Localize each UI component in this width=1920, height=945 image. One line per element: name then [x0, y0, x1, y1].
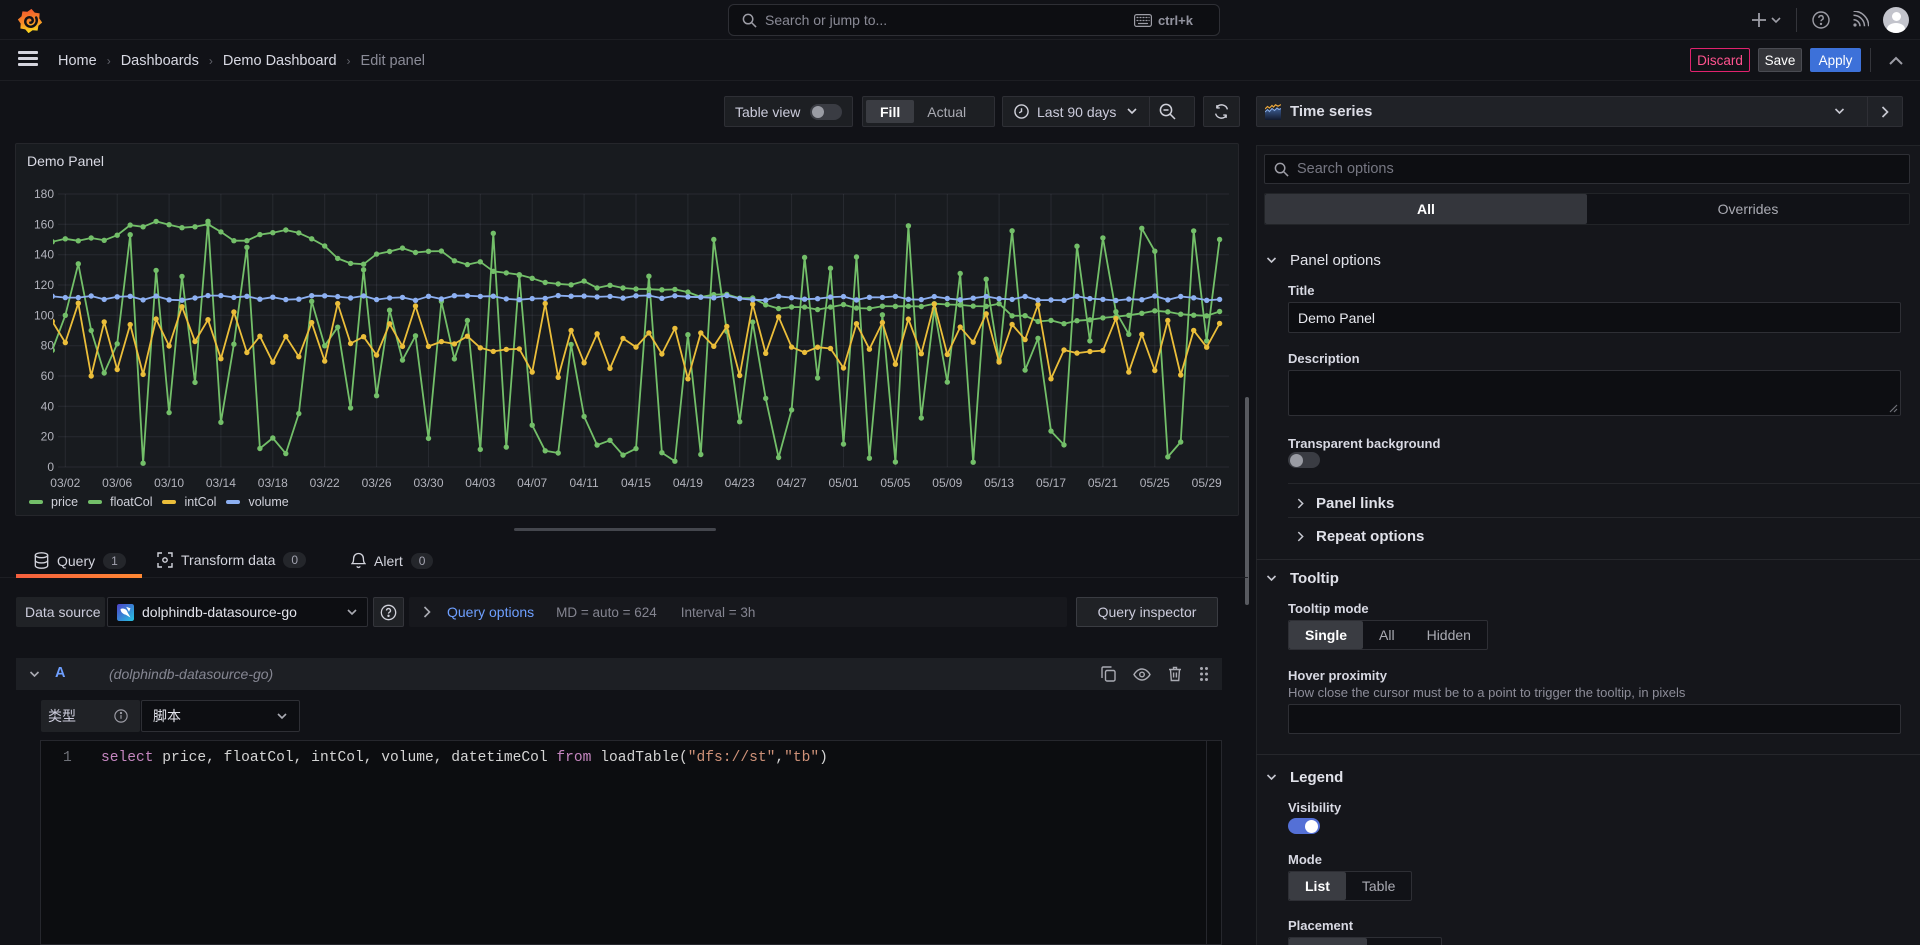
svg-text:40: 40: [41, 399, 55, 413]
svg-text:60: 60: [41, 369, 55, 383]
svg-text:05/09: 05/09: [932, 476, 962, 490]
svg-text:05/17: 05/17: [1036, 476, 1066, 490]
svg-text:03/26: 03/26: [362, 476, 392, 490]
svg-text:04/27: 04/27: [777, 476, 807, 490]
svg-text:05/05: 05/05: [880, 476, 910, 490]
svg-text:180: 180: [34, 187, 54, 201]
svg-text:0: 0: [47, 460, 54, 474]
svg-text:80: 80: [41, 339, 55, 353]
svg-text:140: 140: [34, 248, 54, 262]
svg-text:05/25: 05/25: [1140, 476, 1170, 490]
svg-text:03/14: 03/14: [206, 476, 236, 490]
svg-text:03/06: 03/06: [102, 476, 132, 490]
svg-text:03/22: 03/22: [310, 476, 340, 490]
svg-text:04/23: 04/23: [725, 476, 755, 490]
svg-text:03/30: 03/30: [413, 476, 443, 490]
svg-text:04/03: 04/03: [465, 476, 495, 490]
svg-text:05/01: 05/01: [828, 476, 858, 490]
svg-text:100: 100: [34, 308, 54, 322]
svg-text:120: 120: [34, 278, 54, 292]
svg-text:04/19: 04/19: [673, 476, 703, 490]
svg-text:160: 160: [34, 217, 54, 231]
svg-text:05/13: 05/13: [984, 476, 1014, 490]
svg-text:05/21: 05/21: [1088, 476, 1118, 490]
svg-text:04/07: 04/07: [517, 476, 547, 490]
svg-text:05/29: 05/29: [1192, 476, 1222, 490]
svg-text:04/11: 04/11: [570, 476, 599, 490]
svg-text:04/15: 04/15: [621, 476, 651, 490]
svg-text:20: 20: [41, 430, 55, 444]
svg-text:03/02: 03/02: [50, 476, 80, 490]
svg-text:03/10: 03/10: [154, 476, 184, 490]
svg-text:03/18: 03/18: [258, 476, 288, 490]
